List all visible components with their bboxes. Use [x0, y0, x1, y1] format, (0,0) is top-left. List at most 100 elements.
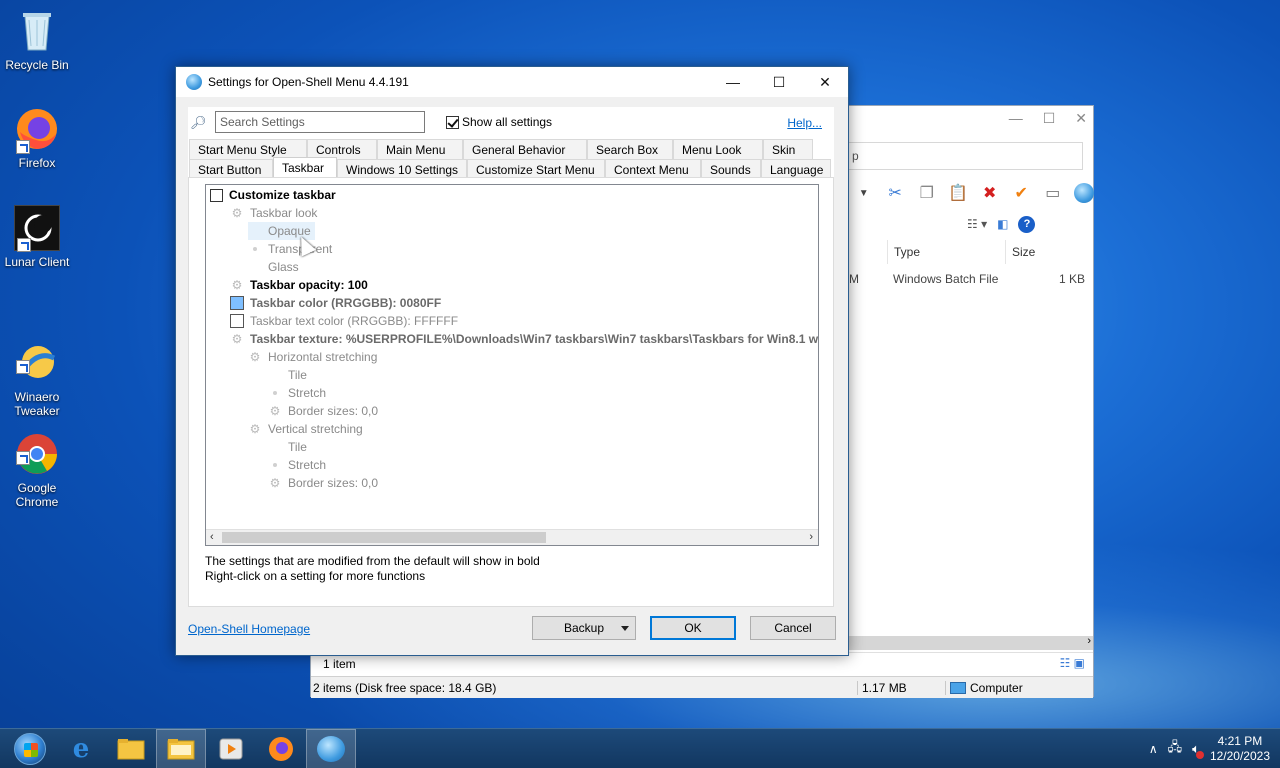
- recycle-bin-icon: [14, 8, 60, 54]
- chevron-right-icon[interactable]: ›: [809, 531, 813, 543]
- network-icon[interactable]: 🖧︎: [1168, 738, 1183, 760]
- scroll-thumb[interactable]: [222, 532, 546, 543]
- close-icon[interactable]: ✕: [1075, 110, 1087, 127]
- tree-hscroll[interactable]: ‹ ›: [206, 529, 818, 545]
- checkmark-icon[interactable]: ✔: [1011, 182, 1033, 204]
- tree-item-label: Taskbar look: [250, 206, 318, 220]
- taskbar: e ∧ 🖧︎ 🔈︎ 4:21 PM 12/20/2023: [0, 728, 1280, 768]
- taskbar-firefox[interactable]: [256, 729, 306, 768]
- paste-icon[interactable]: 📋: [948, 182, 970, 204]
- tab-controls[interactable]: Controls: [307, 139, 377, 159]
- gear-icon: ⚙: [249, 422, 261, 436]
- tab-windows-10-settings[interactable]: Windows 10 Settings: [337, 159, 467, 179]
- address-bar[interactable]: p: [847, 142, 1083, 170]
- tree-item-h-tile[interactable]: Tile: [268, 366, 307, 384]
- open-shell-icon[interactable]: [1074, 182, 1096, 204]
- taskbar-media-player[interactable]: [206, 729, 256, 768]
- search-input[interactable]: [215, 111, 425, 133]
- tree-item-taskbar-look[interactable]: ⚙ Taskbar look: [230, 204, 318, 222]
- ok-button[interactable]: OK: [650, 616, 736, 640]
- checkbox-checked-icon[interactable]: [446, 115, 459, 129]
- tab-taskbar[interactable]: Taskbar: [273, 157, 337, 179]
- tree-item-v-border-sizes[interactable]: ⚙ Border sizes: 0,0: [268, 474, 378, 492]
- volume-muted-icon[interactable]: 🔈︎: [1192, 741, 1204, 759]
- tab-menu-look[interactable]: Menu Look: [673, 139, 763, 159]
- desktop-icon-firefox[interactable]: Firefox: [0, 106, 74, 170]
- maximize-button[interactable]: ☐: [756, 67, 802, 97]
- radio-empty-icon: [268, 368, 282, 382]
- tab-sounds[interactable]: Sounds: [701, 159, 761, 179]
- cut-icon[interactable]: ✂: [885, 182, 907, 204]
- start-button[interactable]: [10, 729, 50, 768]
- tree-item-h-border-sizes[interactable]: ⚙ Border sizes: 0,0: [268, 402, 378, 420]
- tab-search-box[interactable]: Search Box: [587, 139, 673, 159]
- delete-icon[interactable]: ✖: [979, 182, 1001, 204]
- column-type[interactable]: Type: [887, 240, 1005, 264]
- taskbar-file-explorer-open[interactable]: [156, 728, 206, 768]
- minimize-icon[interactable]: —: [1009, 110, 1023, 127]
- tree-item-h-stretch[interactable]: Stretch: [268, 384, 326, 402]
- column-size[interactable]: Size: [1005, 240, 1085, 264]
- radio-dot-icon: [268, 458, 282, 472]
- tab-general-behavior[interactable]: General Behavior: [463, 139, 587, 159]
- tab-context-menu[interactable]: Context Menu: [605, 159, 701, 179]
- shortcut-arrow-icon: [16, 360, 30, 374]
- tree-item-v-tile[interactable]: Tile: [268, 438, 307, 456]
- copy-icon[interactable]: ❐: [916, 182, 938, 204]
- chevron-down-icon[interactable]: ▼: [853, 182, 875, 204]
- minimize-button[interactable]: —: [710, 67, 756, 97]
- view-options-icon[interactable]: ☷ ▾: [967, 217, 987, 231]
- hint-text: The settings that are modified from the …: [205, 554, 540, 584]
- tab-start-button[interactable]: Start Button: [189, 159, 273, 179]
- show-all-settings-checkbox[interactable]: Show all settings: [446, 115, 552, 129]
- help-icon[interactable]: ?: [1018, 215, 1036, 233]
- close-button[interactable]: ✕: [802, 67, 848, 97]
- firefox-icon: [269, 736, 293, 761]
- tree-item-v-stretch[interactable]: Stretch: [268, 456, 326, 474]
- explorer-hscroll[interactable]: ›: [847, 635, 1093, 650]
- dialog-titlebar[interactable]: Settings for Open-Shell Menu 4.4.191 — ☐…: [176, 67, 848, 98]
- desktop-icon-lunar-client[interactable]: Lunar Client: [0, 205, 74, 269]
- taskbar-internet-explorer[interactable]: e: [56, 729, 106, 768]
- tree-item-taskbar-texture[interactable]: ⚙ Taskbar texture: %USERPROFILE%\Downloa…: [230, 330, 818, 348]
- tree-item-label: Taskbar texture: %USERPROFILE%\Downloads…: [250, 332, 818, 346]
- color-swatch-icon: [230, 314, 244, 328]
- tree-item-taskbar-opacity[interactable]: ⚙ Taskbar opacity: 100: [230, 276, 368, 294]
- tree-item-customize-taskbar[interactable]: Customize taskbar: [210, 186, 336, 204]
- explorer-toolbar: ▼ ✂ ❐ 📋 ✖ ✔ ▭: [847, 178, 1095, 208]
- radio-empty-icon: [248, 224, 262, 238]
- desktop-icon-google-chrome[interactable]: Google Chrome: [0, 403, 74, 523]
- rename-icon[interactable]: ▭: [1042, 182, 1064, 204]
- settings-dialog[interactable]: Settings for Open-Shell Menu 4.4.191 — ☐…: [175, 66, 849, 656]
- tab-start-menu-style[interactable]: Start Menu Style: [189, 139, 307, 159]
- maximize-icon[interactable]: ☐: [1043, 110, 1056, 127]
- tree-item-label: Horizontal stretching: [268, 350, 378, 364]
- tree-item-transparent[interactable]: Transparent: [248, 240, 332, 258]
- computer-icon: [950, 681, 966, 694]
- clock[interactable]: 4:21 PM 12/20/2023: [1210, 734, 1270, 764]
- details-view-icon[interactable]: ☷ ▣: [1060, 656, 1085, 670]
- tab-skin[interactable]: Skin: [763, 139, 813, 159]
- cancel-button[interactable]: Cancel: [750, 616, 836, 640]
- tab-language[interactable]: Language: [761, 159, 831, 179]
- file-row[interactable]: M Windows Batch File 1 KB: [847, 272, 1095, 286]
- preview-pane-icon[interactable]: ◧: [997, 217, 1008, 231]
- backup-button[interactable]: Backup: [532, 616, 636, 640]
- tree-item-glass[interactable]: Glass: [248, 258, 299, 276]
- taskbar-open-shell[interactable]: [306, 728, 356, 768]
- tab-main-menu[interactable]: Main Menu: [377, 139, 463, 159]
- chevron-right-icon[interactable]: ›: [1087, 635, 1091, 647]
- chevron-left-icon[interactable]: ‹: [210, 531, 214, 543]
- taskbar-file-explorer[interactable]: [106, 729, 156, 768]
- chevron-up-icon[interactable]: ∧: [1149, 742, 1158, 756]
- homepage-link[interactable]: Open-Shell Homepage: [188, 622, 310, 636]
- tab-customize-start-menu[interactable]: Customize Start Menu: [467, 159, 605, 179]
- tree-item-vertical-stretching[interactable]: ⚙ Vertical stretching: [248, 420, 363, 438]
- desktop-icon-recycle-bin[interactable]: Recycle Bin: [0, 8, 74, 72]
- tree-item-taskbar-color[interactable]: Taskbar color (RRGGBB): 0080FF: [230, 294, 441, 312]
- tree-item-horizontal-stretching[interactable]: ⚙ Horizontal stretching: [248, 348, 378, 366]
- help-link[interactable]: Help...: [787, 116, 822, 130]
- tree-item-taskbar-text-color[interactable]: Taskbar text color (RRGGBB): FFFFFF: [230, 312, 458, 330]
- checkbox-unchecked-icon[interactable]: [210, 188, 223, 202]
- tree-item-label: Tile: [288, 440, 307, 454]
